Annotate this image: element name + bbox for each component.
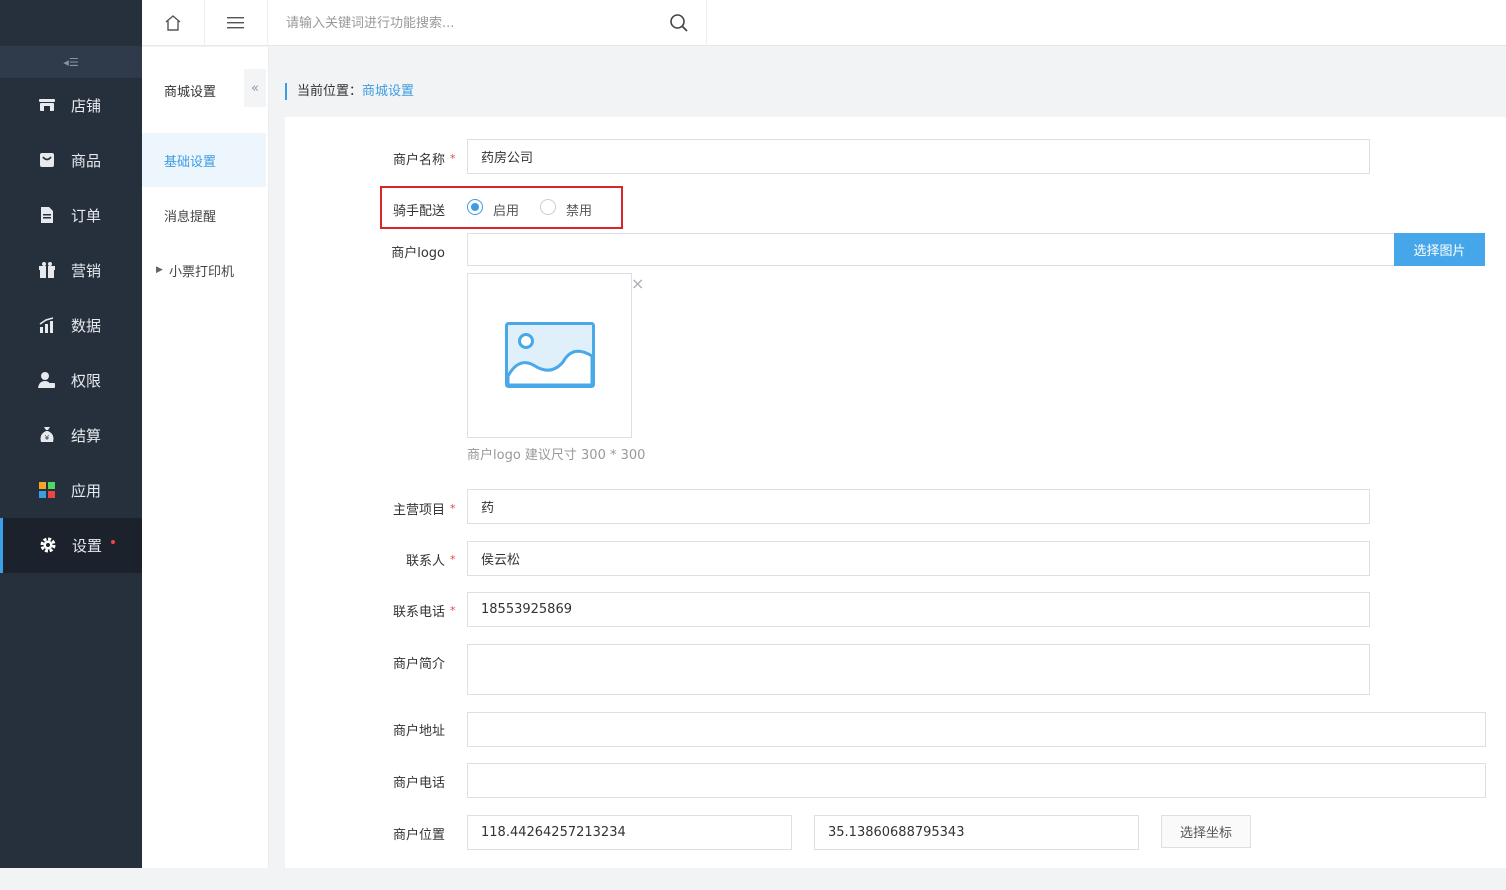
submenu-title: 商城设置 (164, 85, 217, 100)
sidebar-item-data[interactable]: 数据 (0, 298, 142, 353)
submenu-item-basic-settings[interactable]: 基础设置 (142, 133, 266, 187)
radio-disable-label[interactable]: 禁用 (566, 200, 592, 219)
sidebar-item-label: 权限 (71, 372, 102, 390)
search-icon[interactable] (668, 12, 690, 34)
bag-icon (40, 153, 54, 167)
sidebar-item-orders[interactable]: 订单 (0, 188, 142, 243)
sidebar-item-label: 设置 (72, 537, 103, 555)
contact-label: 联系人 (405, 554, 445, 569)
required-mark: * (450, 502, 456, 515)
image-placeholder-icon (505, 322, 595, 388)
sidebar-item-label: 店铺 (71, 97, 102, 115)
phone-label: 联系电话 (392, 605, 445, 620)
collapse-icon: ◂☰ (63, 55, 79, 69)
hamburger-icon (227, 17, 244, 29)
svg-text:¥: ¥ (45, 434, 50, 442)
logo-size-hint: 商户logo 建议尺寸 300 * 300 (467, 448, 646, 463)
sidebar-item-permissions[interactable]: 权限 (0, 353, 142, 408)
gear-icon (40, 537, 56, 553)
sidebar-item-apps[interactable]: 应用 (0, 463, 142, 518)
apps-grid-icon (39, 482, 55, 498)
required-mark: * (450, 152, 456, 165)
longitude-value: 118.44264257213234 (481, 825, 626, 840)
radio-enable[interactable] (467, 199, 483, 215)
logo-label: 商户logo (391, 246, 445, 261)
sidebar-item-settlement[interactable]: ¥ 结算 (0, 408, 142, 463)
radio-disable[interactable] (540, 199, 556, 215)
merchant-phone-label: 商户电话 (392, 776, 445, 791)
submenu-item-label: 基础设置 (164, 154, 217, 170)
submenu-item-label: 小票打印机 (169, 264, 235, 280)
breadcrumb: 当前位置：商城设置 (285, 83, 414, 100)
main-business-input[interactable]: 药 (467, 489, 1370, 524)
home-button[interactable] (142, 0, 205, 46)
required-mark: * (450, 604, 456, 617)
sidebar-item-label: 商品 (71, 152, 102, 170)
sidebar-item-label: 数据 (71, 317, 102, 335)
rider-delivery-label: 骑手配送 (392, 204, 445, 219)
latitude-value: 35.13860688795343 (828, 825, 965, 840)
search-input[interactable] (286, 10, 656, 36)
home-icon (165, 15, 181, 31)
sidebar-item-label: 订单 (71, 207, 102, 225)
intro-label: 商户简介 (392, 657, 445, 672)
caret-right-icon: ▶ (156, 265, 163, 275)
remove-logo-icon[interactable]: × (631, 276, 644, 292)
sidebar-item-marketing[interactable]: 营销 (0, 243, 142, 298)
merchant-phone-input[interactable] (467, 763, 1486, 798)
notification-dot (111, 540, 115, 544)
double-chevron-left-icon: « (251, 80, 259, 96)
intro-textarea[interactable] (467, 644, 1370, 695)
top-bar (142, 0, 1506, 46)
main-sidebar: ◂☰ 店铺 商品 订单 营销 数据 权限 ¥ 结算 应用 设置 (0, 0, 142, 868)
submenu-item-label: 消息提醒 (164, 209, 217, 225)
submenu-item-notifications[interactable]: 消息提醒 (142, 188, 266, 242)
submenu-item-receipt-printer[interactable]: ▶ 小票打印机 (142, 243, 266, 297)
choose-image-button[interactable]: 选择图片 (1394, 233, 1485, 266)
menu-toggle-button[interactable] (205, 0, 268, 46)
phone-input[interactable]: 18553925869 (467, 592, 1370, 627)
merchant-name-label: 商户名称 (392, 153, 445, 168)
submenu-collapse-button[interactable]: « (244, 69, 266, 107)
search-bar (268, 0, 707, 46)
merchant-name-value: 药房公司 (481, 151, 534, 166)
sidebar-item-label: 应用 (71, 482, 102, 500)
bottom-band (0, 868, 1506, 890)
breadcrumb-current[interactable]: 商城设置 (362, 84, 414, 99)
required-mark: * (450, 553, 456, 566)
contact-value: 侯云松 (481, 553, 521, 568)
sidebar-logo-area (0, 0, 142, 46)
merchant-name-input[interactable]: 药房公司 (467, 139, 1370, 174)
sidebar-item-label: 营销 (71, 262, 102, 280)
latitude-input[interactable]: 35.13860688795343 (814, 815, 1139, 850)
breadcrumb-prefix: 当前位置： (297, 84, 363, 99)
phone-value: 18553925869 (481, 602, 572, 617)
choose-coordinates-button[interactable]: 选择坐标 (1161, 815, 1251, 848)
settings-submenu: 商城设置 « 基础设置 消息提醒 ▶ 小票打印机 (142, 47, 269, 868)
shop-icon (39, 99, 55, 111)
sidebar-item-shop[interactable]: 店铺 (0, 78, 142, 133)
logo-preview[interactable] (467, 273, 632, 438)
user-lock-icon (38, 372, 55, 388)
sidebar-item-label: 结算 (71, 427, 102, 445)
main-business-value: 药 (481, 501, 495, 516)
contact-input[interactable]: 侯云松 (467, 541, 1370, 576)
main-business-label: 主营项目 (392, 503, 445, 518)
gift-icon (39, 262, 55, 278)
location-label: 商户位置 (392, 828, 445, 843)
longitude-input[interactable]: 118.44264257213234 (467, 815, 792, 850)
bar-chart-icon (39, 317, 54, 333)
sidebar-item-goods[interactable]: 商品 (0, 133, 142, 188)
sidebar-collapse-toggle[interactable]: ◂☰ (0, 46, 142, 78)
money-bag-icon: ¥ (40, 427, 54, 442)
logo-path-input[interactable] (467, 233, 1395, 266)
document-icon (41, 207, 53, 223)
address-label: 商户地址 (392, 724, 445, 739)
address-input[interactable] (467, 712, 1486, 747)
sidebar-item-settings[interactable]: 设置 (0, 518, 142, 573)
radio-enable-label[interactable]: 启用 (493, 200, 519, 219)
